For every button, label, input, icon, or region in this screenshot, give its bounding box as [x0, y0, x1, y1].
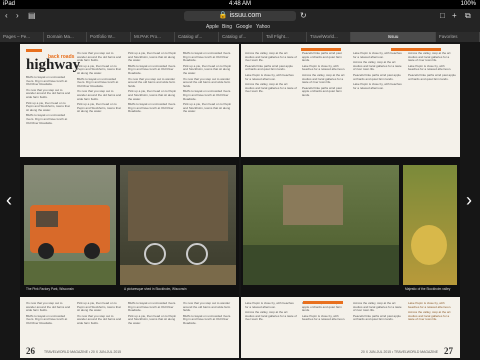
lower-column-4: Lake Pepin is close by, with beaches for… [408, 302, 452, 322]
tab-pages[interactable]: Pages – Pe... [0, 32, 44, 42]
flowers-photo [403, 165, 457, 285]
reload-icon[interactable]: ↻ [300, 11, 307, 21]
status-bar: iPad 4:48 AM 100% [0, 0, 480, 9]
magazine-viewer: back roads highway Bluffs to kayak on un… [0, 42, 480, 360]
left-page: back roads highway Bluffs to kayak on un… [20, 44, 239, 358]
lower-column-1: Lake Pepin is close by, with beaches for… [245, 302, 297, 322]
footer-left: TRAVELWORLD MAGAZINE • 20 X JUN-JUL 2015 [44, 350, 122, 354]
caption-truck: The Pink Factory Park, Wisconsin [26, 287, 74, 291]
previous-page-icon[interactable]: ‹ [6, 191, 12, 209]
footer-right: 20 X JUN-JUL 2015 • TRAVELWORLD MAGAZINE [361, 350, 438, 354]
tab-bar: Pages – Pe... Domain Ma... Portfolio W..… [0, 32, 480, 42]
new-tab-icon[interactable]: + [452, 11, 457, 21]
section-marker [26, 49, 42, 52]
tabs-icon[interactable]: ⧉ [465, 11, 471, 21]
tab-catalog-1[interactable]: Catalog of... [175, 32, 219, 42]
tab-catalog-2[interactable]: Catalog of... [219, 32, 263, 42]
top-bar-2 [391, 48, 441, 51]
grass [24, 261, 116, 285]
body-column-3: Pick up a pie, then head on to Pepin and… [128, 52, 177, 114]
valley-photo [243, 165, 399, 285]
truck-photo [24, 165, 116, 285]
back-icon[interactable]: ‹ [5, 11, 8, 21]
lower-column-2: Peaceful bike paths wind past apple orch… [302, 302, 346, 322]
share-icon[interactable]: □ [440, 11, 445, 21]
url-text: issuu.com [229, 12, 262, 19]
lower-column-3: Across the valley, stop at the art studi… [353, 302, 402, 322]
right-page: Across the valley, stop at the art studi… [241, 44, 460, 358]
bicycle-wheel-rear [186, 243, 208, 265]
bookmarks-icon[interactable]: ▤ [28, 11, 36, 21]
lock-icon: 🔒 [218, 12, 230, 19]
bookmark-yahoo[interactable]: Yahoo [256, 23, 270, 32]
flower-bloom [411, 225, 447, 265]
tab-favorites[interactable]: Favorites [436, 32, 480, 42]
bookmark-google[interactable]: Google [236, 23, 252, 32]
page-heading: highway [26, 57, 81, 73]
body-column-2: It's now that you step out to wander aro… [77, 52, 122, 114]
body-column-4: Across the valley, stop at the art studi… [408, 52, 456, 81]
farm-building [283, 185, 343, 225]
lower-column-4: It's now that you step out to wander aro… [183, 302, 232, 325]
body-column-1: Across the valley, stop at the art studi… [245, 52, 297, 94]
next-page-icon[interactable]: › [466, 191, 472, 209]
bottom-bar [303, 301, 343, 304]
caption-valley: Majestic of the Stockholm valley [405, 287, 451, 291]
tab-domain[interactable]: Domain Ma... [44, 32, 87, 42]
lower-column-3: Bluffs to kayak on uncrowded rivers. Dig… [128, 302, 177, 325]
photo-band: Majestic of the Stockholm valley [241, 157, 460, 297]
truck-wheel-rear [84, 243, 100, 259]
lower-column-1: It's now that you step out to wander aro… [26, 302, 71, 325]
tab-mrpak[interactable]: Mr.PAK Pro... [131, 32, 175, 42]
tab-travelworld[interactable]: TravelWorld... [307, 32, 351, 42]
photo-band: The Pink Factory Park, Wisconsin A pictu… [20, 157, 239, 297]
page-number-left: 26 [26, 346, 35, 356]
browser-toolbar: ‹ › ▤ 🔒 issuu.com ↻ □ + ⧉ [0, 9, 480, 23]
battery-label: 100% [460, 1, 476, 7]
body-column-4: Bluffs to kayak on uncrowded rivers. Dig… [183, 52, 232, 114]
bicycle-wheel-front [144, 243, 166, 265]
tab-portfolio[interactable]: Portfolio W... [87, 32, 131, 42]
shed-wall [128, 171, 228, 241]
caption-shed: A picturesque shed in Stockholm, Wiscons… [124, 287, 187, 291]
top-bar-1 [301, 48, 341, 51]
truck-wheel-front [38, 243, 54, 259]
field [243, 245, 399, 285]
page-number-right: 27 [444, 346, 453, 356]
lower-column-2: Pick up a pie, then head on to Pepin and… [77, 302, 122, 325]
body-column-1: Bluffs to kayak on uncrowded rivers. Dig… [26, 76, 71, 125]
bookmark-bing[interactable]: Bing [222, 23, 232, 32]
forward-icon[interactable]: › [16, 11, 19, 21]
tab-issuu[interactable]: Issuu [351, 32, 436, 42]
ground [120, 265, 236, 285]
address-bar[interactable]: 🔒 issuu.com [184, 11, 296, 21]
body-column-2: Peaceful bike paths wind past apple orch… [302, 52, 346, 97]
clock: 4:48 AM [228, 1, 251, 7]
body-column-3: Lake Pepin is close by, with beaches for… [353, 52, 402, 90]
truck-window [36, 211, 58, 227]
shed-photo [120, 165, 236, 285]
bookmark-apple[interactable]: Apple [206, 23, 219, 32]
tab-tall-flight[interactable]: Tall Flight... [263, 32, 307, 42]
bookmarks-bar: Apple Bing Google Yahoo [0, 23, 480, 32]
